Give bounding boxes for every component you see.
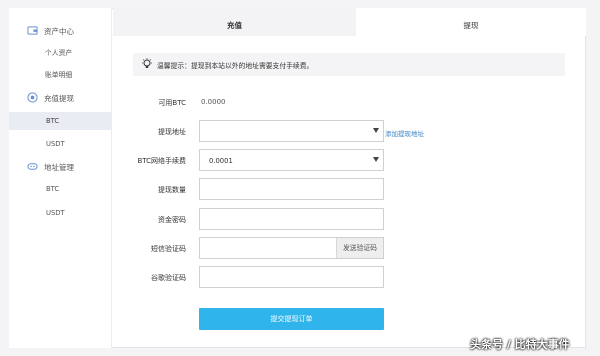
address-select[interactable] bbox=[199, 120, 384, 142]
sidebar-item-btc[interactable]: BTC bbox=[9, 112, 112, 130]
amount-label: 提现数量 bbox=[158, 186, 186, 194]
exchange-icon bbox=[27, 92, 38, 103]
address-book-icon bbox=[27, 163, 38, 170]
chevron-down-icon bbox=[373, 128, 379, 133]
amount-input[interactable] bbox=[199, 178, 384, 200]
sidebar-item-personal-assets[interactable]: 个人资产 bbox=[9, 44, 112, 62]
sidebar-group-label: 地址管理 bbox=[44, 163, 74, 172]
wallet-icon bbox=[27, 26, 38, 35]
google-code-label: 谷歌验证码 bbox=[151, 274, 186, 282]
lightbulb-icon bbox=[142, 58, 152, 68]
sidebar-group-label: 资产中心 bbox=[44, 27, 74, 36]
submit-withdraw-button[interactable]: 提交提现订单 bbox=[199, 308, 384, 330]
sms-code-label: 短信验证码 bbox=[151, 245, 186, 253]
fund-password-label: 资金密码 bbox=[158, 216, 186, 224]
tab-deposit[interactable]: 充值 bbox=[113, 8, 356, 36]
send-code-button[interactable]: 发送验证码 bbox=[336, 238, 383, 258]
sidebar-item-address-usdt[interactable]: USDT bbox=[9, 204, 112, 222]
google-code-input[interactable] bbox=[199, 266, 384, 288]
add-address-link[interactable]: 添加提现地址 bbox=[385, 128, 424, 138]
sidebar-group-label: 充值提现 bbox=[44, 94, 74, 103]
watermark: 头条号 / 比特大事件 bbox=[470, 338, 570, 351]
fund-password-input[interactable] bbox=[199, 208, 384, 230]
tab-withdraw[interactable]: 提现 bbox=[356, 8, 586, 36]
sidebar: 资产中心 个人资产 账单明细 充值提现 BTC USDT 地址管理 BTC US… bbox=[9, 8, 112, 348]
sms-code-input[interactable]: 发送验证码 bbox=[199, 237, 384, 259]
sidebar-group-deposit-withdraw[interactable]: 充值提现 bbox=[9, 91, 112, 105]
sidebar-group-address-management[interactable]: 地址管理 bbox=[9, 160, 112, 174]
sidebar-group-assets[interactable]: 资产中心 bbox=[9, 24, 112, 38]
notice-text: 温馨提示：提现到本站以外的地址需要支付手续费。 bbox=[157, 62, 314, 70]
sidebar-item-bill-details[interactable]: 账单明细 bbox=[9, 66, 112, 84]
fee-value: 0.0001 bbox=[209, 157, 233, 165]
notice-bar: 温馨提示：提现到本站以外的地址需要支付手续费。 bbox=[133, 53, 565, 76]
available-label: 可用BTC bbox=[158, 99, 186, 107]
chevron-down-icon bbox=[373, 157, 379, 162]
sidebar-item-address-btc[interactable]: BTC bbox=[9, 180, 112, 198]
fee-select[interactable]: 0.0001 bbox=[199, 149, 384, 171]
address-label: 提现地址 bbox=[158, 128, 186, 136]
sidebar-item-usdt[interactable]: USDT bbox=[9, 135, 112, 153]
fee-label: BTC网络手续费 bbox=[137, 157, 186, 165]
available-value: 0.0000 bbox=[201, 98, 226, 106]
